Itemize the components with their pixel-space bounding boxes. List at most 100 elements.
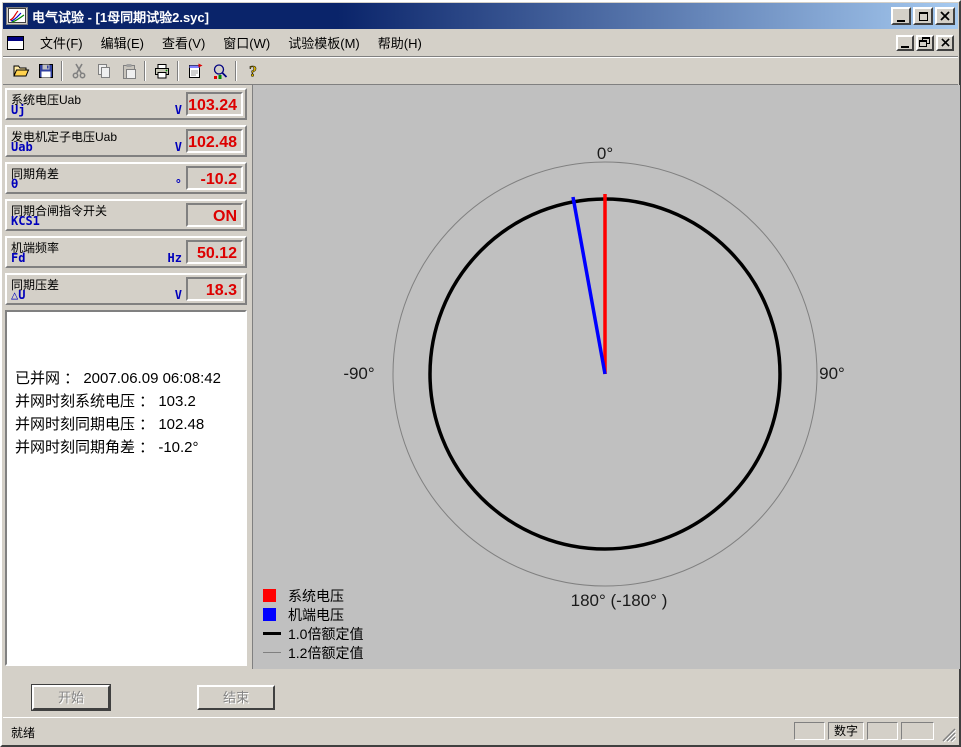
menu-template[interactable]: 试验模板(M) — [279, 30, 369, 55]
open-button[interactable] — [8, 59, 33, 83]
mdi-restore-icon — [919, 37, 931, 48]
cut-button[interactable] — [66, 59, 91, 83]
cut-icon — [70, 62, 88, 80]
field-symbol: △U — [11, 288, 25, 302]
log-line: 并网时刻系统电压 ： 103.2 — [15, 390, 241, 413]
legend-label: 1.2倍额定值 — [288, 643, 363, 663]
copy-button[interactable] — [91, 59, 116, 83]
field-symbol: θ — [11, 177, 18, 191]
synchroscope-dial: 0° -90° 90° 180° (-180° ) — [253, 85, 961, 669]
legend-item-system-voltage: 系统电压 — [263, 586, 363, 605]
legend-blue-square-icon — [263, 608, 281, 621]
help-button[interactable]: ? — [240, 59, 265, 83]
menu-help[interactable]: 帮助(H) — [369, 30, 431, 55]
menu-window[interactable]: 窗口(W) — [214, 30, 279, 55]
maximize-button[interactable] — [913, 7, 933, 25]
dial-label-0: 0° — [597, 144, 613, 163]
mdi-minimize-button[interactable] — [896, 35, 914, 51]
help-icon: ? — [244, 62, 262, 80]
end-button[interactable]: 结束 — [197, 685, 275, 710]
status-cell-extra — [901, 722, 934, 740]
menu-file[interactable]: 文件(F) — [31, 30, 92, 55]
status-cell-caps — [794, 722, 825, 740]
print-button[interactable] — [149, 59, 174, 83]
toolbar-separator — [61, 61, 63, 81]
save-button[interactable] — [33, 59, 58, 83]
dial-label-minus90: -90° — [343, 364, 374, 383]
field-value: 50.12 — [186, 240, 243, 264]
log-line: 已并网 ： 2007.06.09 06:08:42 — [15, 367, 241, 390]
mdi-close-icon — [941, 38, 950, 47]
field-system-voltage: 系统电压Uab Uj V 103.24 — [5, 88, 247, 120]
sync-log-panel: 已并网 ： 2007.06.09 06:08:42 并网时刻系统电压 ： 103… — [5, 310, 247, 666]
copy-icon — [95, 62, 113, 80]
close-button[interactable] — [935, 7, 955, 25]
print-icon — [153, 62, 171, 80]
mdi-minimize-icon — [901, 46, 909, 48]
app-window: 电气试验 - [1母同期试验2.syc] 文件(F) 编辑(E) 查看(V) 窗… — [0, 0, 961, 747]
legend-item-rated-1-0: 1.0倍额定值 — [263, 624, 363, 643]
field-symbol: Fd — [11, 251, 25, 265]
toolbar-separator — [177, 61, 179, 81]
menu-bar: 文件(F) 编辑(E) 查看(V) 窗口(W) 试验模板(M) 帮助(H) — [3, 29, 958, 56]
document-window-icon — [7, 36, 24, 50]
resize-grip[interactable] — [941, 727, 956, 742]
field-value: 18.3 — [186, 277, 243, 301]
legend-red-square-icon — [263, 589, 281, 602]
field-symbol: Uab — [11, 140, 33, 154]
field-sync-voltage-diff: 同期压差 △U V 18.3 — [5, 273, 247, 305]
maximize-icon — [919, 12, 928, 21]
paste-button[interactable] — [116, 59, 141, 83]
status-cell-num: 数字 — [828, 722, 864, 740]
minimize-icon — [897, 20, 905, 22]
dial-label-90: 90° — [819, 364, 845, 383]
terminal-voltage-needle — [573, 197, 605, 374]
field-sync-angle: 同期角差 θ ° -10.2 — [5, 162, 247, 194]
field-value: 103.24 — [186, 92, 243, 116]
legend-black-line-icon — [263, 632, 281, 635]
svg-text:?: ? — [249, 63, 257, 80]
menu-view[interactable]: 查看(V) — [153, 30, 214, 55]
mdi-restore-button[interactable] — [916, 35, 934, 51]
minimize-button[interactable] — [891, 7, 911, 25]
synchroscope-area: 0° -90° 90° 180° (-180° ) 系统电压 机端电压 1.0倍… — [252, 85, 960, 669]
legend-label: 1.0倍额定值 — [288, 624, 363, 644]
action-strip: 开始 结束 — [3, 669, 958, 716]
legend-item-rated-1-2: 1.2倍额定值 — [263, 643, 363, 662]
legend-item-terminal-voltage: 机端电压 — [263, 605, 363, 624]
legend-label: 系统电压 — [288, 586, 344, 606]
toolbar-separator — [235, 61, 237, 81]
dial-label-180: 180° (-180° ) — [571, 591, 668, 610]
close-icon — [940, 11, 950, 21]
start-button[interactable]: 开始 — [32, 685, 110, 710]
template-form-icon — [186, 62, 204, 80]
legend-gray-line-icon — [263, 652, 281, 653]
title-bar: 电气试验 - [1母同期试验2.syc] — [3, 3, 958, 29]
field-symbol: Uj — [11, 103, 25, 117]
field-terminal-frequency: 机端频率 Fd Hz 50.12 — [5, 236, 247, 268]
field-value: ON — [186, 203, 243, 227]
window-title: 电气试验 - [1母同期试验2.syc] — [32, 7, 209, 26]
field-value: -10.2 — [186, 166, 243, 190]
log-line: 并网时刻同期角差 ： -10.2° — [15, 436, 241, 459]
status-cell-scrl — [867, 722, 898, 740]
save-icon — [37, 62, 55, 80]
log-line: 并网时刻同期电压 ： 102.48 — [15, 413, 241, 436]
field-close-command-switch: 同期合闸指令开关 KCS1 ON — [5, 199, 247, 231]
app-chart-icon — [6, 7, 28, 25]
mdi-close-button[interactable] — [936, 35, 954, 51]
toolbar: ? — [3, 56, 958, 84]
status-ready-text: 就绪 — [11, 724, 35, 741]
field-stator-voltage: 发电机定子电压Uab Uab V 102.48 — [5, 125, 247, 157]
field-unit: Hz — [168, 251, 182, 265]
legend: 系统电压 机端电压 1.0倍额定值 1.2倍额定值 — [263, 586, 363, 662]
field-unit: V — [175, 140, 182, 154]
field-unit: V — [175, 288, 182, 302]
status-bar: 就绪 数字 — [3, 717, 958, 744]
preview-button[interactable] — [207, 59, 232, 83]
menu-edit[interactable]: 编辑(E) — [92, 30, 153, 55]
field-unit: V — [175, 103, 182, 117]
toolbar-separator — [144, 61, 146, 81]
template-button[interactable] — [182, 59, 207, 83]
field-unit: ° — [175, 177, 182, 191]
